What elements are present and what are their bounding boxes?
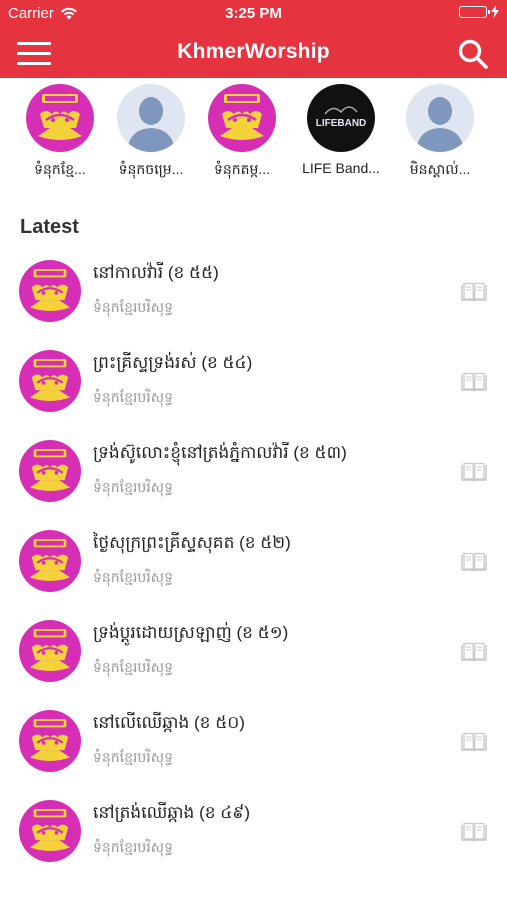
songbook-logo-icon bbox=[19, 620, 81, 682]
song-avatar bbox=[19, 530, 81, 592]
default-avatar-icon bbox=[406, 84, 474, 152]
book-icon[interactable] bbox=[461, 642, 487, 662]
book-icon[interactable] bbox=[461, 372, 487, 392]
artist-item[interactable]: ទំនុកតម្ក... bbox=[194, 84, 290, 181]
songbook-logo-icon bbox=[19, 530, 81, 592]
battery-indicator bbox=[459, 5, 499, 18]
artists-carousel[interactable]: ទំនុកខ្មែ... ទំនុកចម្រេ... ទំនុកតម្ក... LIF… bbox=[0, 84, 507, 184]
clock: 3:25 PM bbox=[225, 5, 282, 22]
song-row[interactable]: នៅត្រង់ឈើឆ្កាង (ខ ៤៩) ទំនុកខ្មែរបរិសុទ្ធ bbox=[0, 796, 507, 886]
songbook-logo-icon bbox=[19, 350, 81, 412]
lifeband-logo-icon: LIFEBAND bbox=[307, 84, 375, 152]
artist-name: ទំនុកតម្ក... bbox=[213, 161, 271, 177]
song-title: នៅលើឈើឆ្កាង (ខ ៥០) bbox=[93, 713, 245, 732]
songbook-logo-icon bbox=[19, 260, 81, 322]
song-title: ទ្រង់ស៊ូលោះខ្ញុំនៅត្រង់ភ្នំកាលវ៉ារី (ខ ៥… bbox=[93, 443, 347, 462]
song-title: ទ្រង់ប្តូរដោយស្រឡាញ់ (ខ ៥១) bbox=[93, 623, 289, 642]
artist-item[interactable]: ទំនុកខ្មែ... bbox=[12, 84, 108, 181]
artist-item[interactable]: ទំនុកចម្រេ... bbox=[103, 84, 199, 181]
songbook-logo-icon bbox=[19, 440, 81, 502]
book-icon[interactable] bbox=[461, 732, 487, 752]
default-avatar-icon bbox=[117, 84, 185, 152]
artist-item[interactable]: មិនស្គាល់... bbox=[392, 84, 488, 181]
songbook-logo-icon bbox=[208, 84, 276, 152]
search-icon[interactable] bbox=[457, 38, 489, 70]
song-avatar bbox=[19, 260, 81, 322]
song-title: ព្រះគ្រីស្ទទ្រង់រស់ (ខ ៥៤) bbox=[93, 353, 253, 372]
song-subtitle: ទំនុកខ្មែរបរិសុទ្ធ bbox=[93, 299, 173, 315]
song-subtitle: ទំនុកខ្មែរបរិសុទ្ធ bbox=[93, 749, 173, 765]
status-bar: Carrier 3:25 PM bbox=[0, 0, 507, 28]
song-subtitle: ទំនុកខ្មែរបរិសុទ្ធ bbox=[93, 659, 173, 675]
artist-avatar bbox=[117, 84, 185, 152]
charging-bolt-icon bbox=[491, 5, 499, 18]
songbook-logo-icon bbox=[26, 84, 94, 152]
song-subtitle: ទំនុកខ្មែរបរិសុទ្ធ bbox=[93, 839, 173, 855]
song-title: នៅត្រង់ឈើឆ្កាង (ខ ៤៩) bbox=[93, 803, 250, 822]
artist-name: ទំនុកខ្មែ... bbox=[34, 161, 86, 177]
section-title-latest: Latest bbox=[20, 216, 79, 238]
nav-bar: KhmerWorship bbox=[0, 28, 507, 78]
book-icon[interactable] bbox=[461, 552, 487, 572]
song-subtitle: ទំនុកខ្មែរបរិសុទ្ធ bbox=[93, 479, 173, 495]
artist-avatar bbox=[406, 84, 474, 152]
song-row[interactable]: ថ្ងៃសុក្រព្រះគ្រីស្ទសុគត (ខ ៥២) ទំនុកខ្មែ… bbox=[0, 526, 507, 616]
song-title: ថ្ងៃសុក្រព្រះគ្រីស្ទសុគត (ខ ៥២) bbox=[93, 533, 291, 552]
song-row[interactable]: ព្រះគ្រីស្ទទ្រង់រស់ (ខ ៥៤) ទំនុកខ្មែរបរិស… bbox=[0, 346, 507, 436]
song-avatar bbox=[19, 350, 81, 412]
song-avatar bbox=[19, 440, 81, 502]
song-avatar bbox=[19, 620, 81, 682]
songbook-logo-icon bbox=[19, 710, 81, 772]
artist-avatar: LIFEBAND bbox=[307, 84, 375, 152]
song-subtitle: ទំនុកខ្មែរបរិសុទ្ធ bbox=[93, 569, 173, 585]
song-subtitle: ទំនុកខ្មែរបរិសុទ្ធ bbox=[93, 389, 173, 405]
song-row[interactable]: ទ្រង់ប្តូរដោយស្រឡាញ់ (ខ ៥១) ទំនុកខ្មែរបរិ… bbox=[0, 616, 507, 706]
song-title: នៅកាលវ៉ារី (ខ ៥៥) bbox=[93, 263, 219, 282]
artist-avatar bbox=[26, 84, 94, 152]
app-title: KhmerWorship bbox=[177, 40, 330, 63]
artist-name: មិនស្គាល់... bbox=[409, 161, 471, 177]
book-icon[interactable] bbox=[461, 822, 487, 842]
song-row[interactable]: ទ្រង់ស៊ូលោះខ្ញុំនៅត្រង់ភ្នំកាលវ៉ារី (ខ ៥… bbox=[0, 436, 507, 526]
lifeband-logo-text: LIFEBAND bbox=[316, 118, 367, 129]
artist-item[interactable]: LIFEBAND LIFE Band... bbox=[293, 84, 389, 176]
book-icon[interactable] bbox=[461, 462, 487, 482]
song-row[interactable]: នៅលើឈើឆ្កាង (ខ ៥០) ទំនុកខ្មែរបរិសុទ្ធ bbox=[0, 706, 507, 796]
battery-icon bbox=[459, 5, 490, 18]
book-icon[interactable] bbox=[461, 282, 487, 302]
song-avatar bbox=[19, 800, 81, 862]
songbook-logo-icon bbox=[19, 800, 81, 862]
artist-name: ទំនុកចម្រេ... bbox=[118, 161, 184, 177]
artist-name: LIFE Band... bbox=[302, 160, 380, 176]
song-list: នៅកាលវ៉ារី (ខ ៥៥) ទំនុកខ្មែរបរិសុទ្ធ ព្រះគ… bbox=[0, 256, 507, 886]
artist-avatar bbox=[208, 84, 276, 152]
song-avatar bbox=[19, 710, 81, 772]
song-row[interactable]: នៅកាលវ៉ារី (ខ ៥៥) ទំនុកខ្មែរបរិសុទ្ធ bbox=[0, 256, 507, 346]
